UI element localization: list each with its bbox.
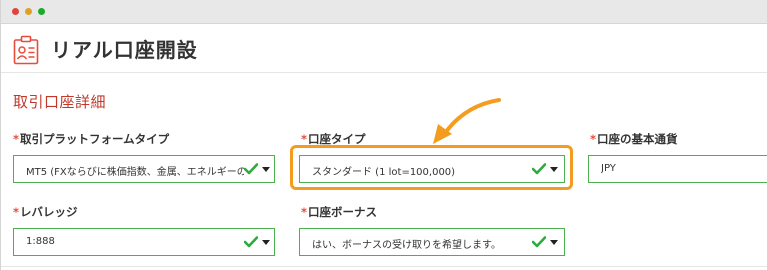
highlight-box — [290, 145, 573, 190]
required-mark: * — [590, 132, 597, 146]
platform-select-value: MT5 (FXならびに株価指数、金属、エネルギーのCI — [26, 167, 244, 178]
required-mark: * — [13, 132, 20, 146]
platform-select[interactable]: MT5 (FXならびに株価指数、金属、エネルギーのCI — [13, 155, 275, 183]
header-divider — [1, 72, 767, 73]
leverage-select[interactable]: 1:888 — [13, 228, 275, 256]
window-titlebar — [1, 0, 767, 24]
minimize-window-button[interactable] — [25, 8, 32, 15]
required-mark: * — [301, 132, 308, 146]
close-window-button[interactable] — [12, 8, 19, 15]
account-type-label-text: 口座タイプ — [308, 132, 366, 146]
footer-divider — [1, 266, 767, 267]
platform-label-text: 取引プラットフォームタイプ — [20, 132, 170, 146]
base-currency-label: *口座の基本通貨 — [590, 131, 678, 147]
bonus-label: *口座ボーナス — [301, 204, 377, 220]
bonus-select-value: はい、ボーナスの受け取りを希望します。 — [312, 240, 501, 251]
browser-window: リアル口座開設 取引口座詳細 *取引プラットフォームタイプ MT5 (FXならび… — [0, 0, 768, 270]
base-currency-select[interactable]: JPY — [588, 155, 767, 183]
curved-arrow-icon — [433, 98, 501, 144]
chevron-down-icon[interactable] — [262, 240, 270, 245]
leverage-label: *レバレッジ — [13, 204, 78, 220]
check-icon — [244, 163, 258, 175]
bonus-select[interactable]: はい、ボーナスの受け取りを希望します。 — [299, 228, 565, 256]
bonus-label-text: 口座ボーナス — [308, 205, 378, 219]
base-currency-select-value: JPY — [601, 163, 616, 174]
required-mark: * — [301, 205, 308, 219]
chevron-down-icon[interactable] — [550, 240, 558, 245]
zoom-window-button[interactable] — [38, 8, 45, 15]
id-card-icon — [13, 35, 39, 65]
platform-label: *取引プラットフォームタイプ — [13, 131, 169, 147]
check-icon — [244, 236, 258, 248]
required-mark: * — [13, 205, 20, 219]
chevron-down-icon[interactable] — [262, 167, 270, 172]
check-icon — [532, 236, 546, 248]
page-title: リアル口座開設 — [51, 38, 198, 62]
section-title: 取引口座詳細 — [13, 93, 107, 111]
leverage-label-text: レバレッジ — [20, 205, 78, 219]
leverage-select-value: 1:888 — [26, 236, 55, 247]
base-currency-label-text: 口座の基本通貨 — [597, 132, 678, 146]
